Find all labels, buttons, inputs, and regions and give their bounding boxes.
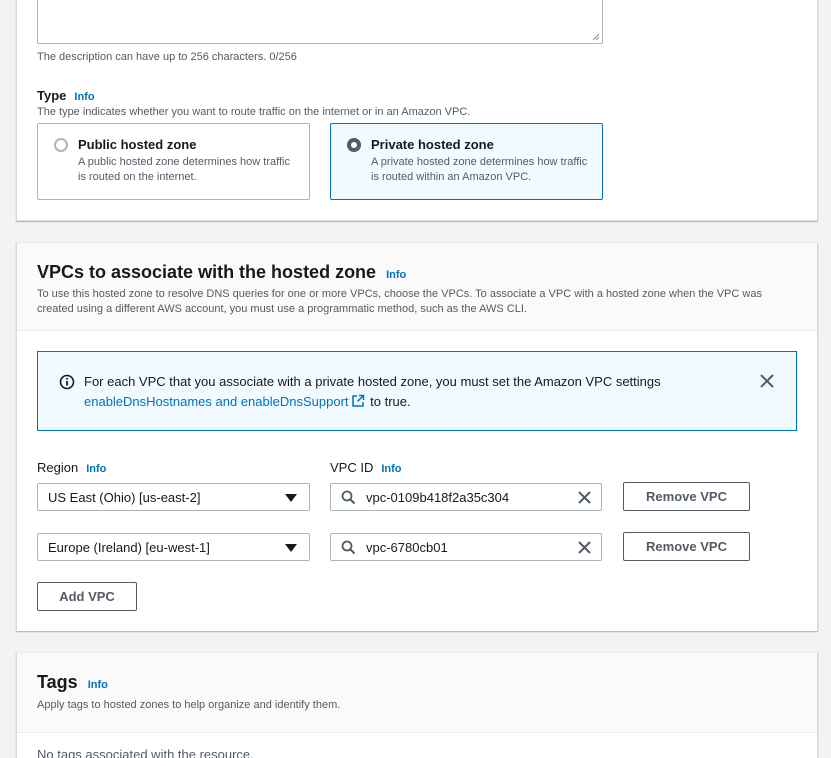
clear-icon[interactable] xyxy=(577,540,592,555)
region-info-link[interactable]: Info xyxy=(86,463,106,475)
close-icon[interactable] xyxy=(758,372,776,390)
description-textarea[interactable] xyxy=(37,0,603,44)
tags-info-link[interactable]: Info xyxy=(88,679,108,691)
search-icon xyxy=(341,490,356,505)
vpc-id-value: vpc-6780cb01 xyxy=(366,540,448,555)
region-select-value: US East (Ohio) [us-east-2] xyxy=(48,490,201,505)
dns-settings-link[interactable]: enableDnsHostnames and enableDnsSupport xyxy=(84,394,349,409)
vpcs-title-text: VPCs to associate with the hosted zone xyxy=(37,262,377,282)
type-hint: The type indicates whether you want to r… xyxy=(37,106,471,118)
vpc-settings-alert: For each VPC that you associate with a p… xyxy=(37,351,797,431)
tags-card: Tags Info Apply tags to hosted zones to h… xyxy=(16,652,818,758)
external-link-icon[interactable] xyxy=(351,394,365,408)
description-hint: The description can have up to 256 chara… xyxy=(37,51,297,63)
type-label-text: Type xyxy=(37,88,67,103)
vpcs-card: VPCs to associate with the hosted zone In… xyxy=(16,242,818,631)
resize-grip-icon[interactable] xyxy=(592,33,600,41)
clear-icon[interactable] xyxy=(577,490,592,505)
public-hosted-zone-radio[interactable] xyxy=(54,138,68,152)
vpcs-description: To use this hosted zone to resolve DNS q… xyxy=(37,288,762,315)
tags-title: Tags Info xyxy=(37,672,108,693)
alert-text: For each VPC that you associate with a p… xyxy=(84,374,661,389)
region-select-value: Europe (Ireland) [eu-west-1] xyxy=(48,540,210,555)
alert-suffix: to true. xyxy=(366,394,411,409)
region-select-1[interactable]: US East (Ohio) [us-east-2] xyxy=(37,483,310,511)
tags-description: Apply tags to hosted zones to help organ… xyxy=(37,699,341,711)
vpc-id-input-2[interactable]: vpc-6780cb01 xyxy=(330,533,602,561)
add-vpc-button[interactable]: Add VPC xyxy=(37,582,137,611)
search-icon xyxy=(341,540,356,555)
tags-title-text: Tags xyxy=(37,672,78,692)
tags-empty-text: No tags associated with the resource. xyxy=(37,747,254,758)
region-label: Region Info xyxy=(37,460,106,475)
vpcid-label-text: VPC ID xyxy=(330,460,374,475)
region-select-2[interactable]: Europe (Ireland) [eu-west-1] xyxy=(37,533,310,561)
caret-down-icon xyxy=(285,544,297,552)
public-hosted-zone-title: Public hosted zone xyxy=(78,137,197,152)
alert-message: For each VPC that you associate with a p… xyxy=(84,372,744,412)
remove-vpc-button[interactable]: Remove VPC xyxy=(623,532,750,561)
vpcid-info-link[interactable]: Info xyxy=(381,463,401,475)
region-label-text: Region xyxy=(37,460,79,475)
vpcid-label: VPC ID Info xyxy=(330,460,402,475)
public-hosted-zone-tile[interactable]: Public hosted zone A public hosted zone … xyxy=(37,123,310,200)
caret-down-icon xyxy=(285,494,297,502)
public-hosted-zone-desc: A public hosted zone determines how traf… xyxy=(78,156,290,183)
page: The description can have up to 256 chara… xyxy=(0,0,831,758)
hosted-zone-config-card: The description can have up to 256 chara… xyxy=(16,0,818,221)
type-info-link[interactable]: Info xyxy=(74,91,94,103)
vpcs-title: VPCs to associate with the hosted zone In… xyxy=(37,262,406,283)
tags-card-header: Tags Info Apply tags to hosted zones to h… xyxy=(17,653,817,733)
type-label: Type Info xyxy=(37,88,95,103)
vpcs-info-link[interactable]: Info xyxy=(386,269,406,281)
vpc-id-input-1[interactable]: vpc-0109b418f2a35c304 xyxy=(330,483,602,511)
private-hosted-zone-desc: A private hosted zone determines how tra… xyxy=(371,156,588,183)
remove-vpc-button[interactable]: Remove VPC xyxy=(623,482,750,511)
private-hosted-zone-radio[interactable] xyxy=(347,138,361,152)
info-circle-icon xyxy=(59,374,75,390)
vpc-id-value: vpc-0109b418f2a35c304 xyxy=(366,490,510,505)
private-hosted-zone-title: Private hosted zone xyxy=(371,137,494,152)
private-hosted-zone-tile[interactable]: Private hosted zone A private hosted zon… xyxy=(330,123,603,200)
vpcs-card-header: VPCs to associate with the hosted zone In… xyxy=(17,243,817,331)
